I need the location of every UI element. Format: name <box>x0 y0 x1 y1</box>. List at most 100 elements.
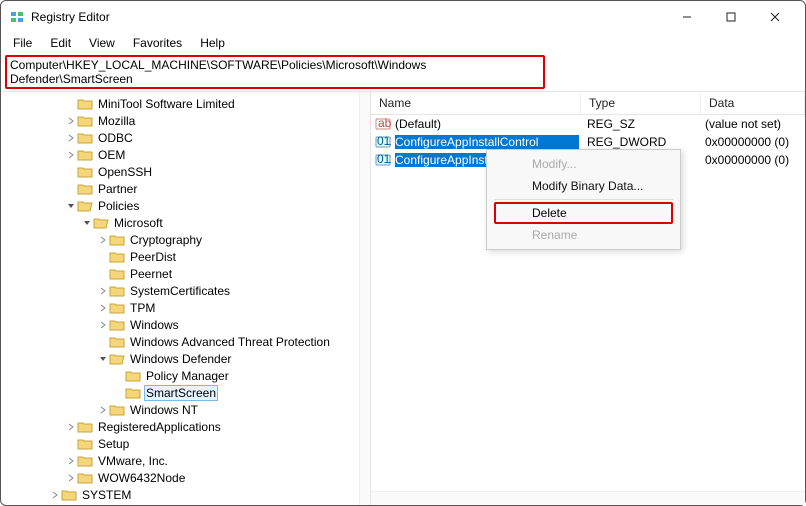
tree-node[interactable]: Mozilla <box>1 112 370 129</box>
folder-icon <box>109 284 125 298</box>
tree-node-label: Policies <box>96 199 141 213</box>
value-data: 0x00000000 (0) <box>699 153 805 167</box>
tree-node[interactable]: OEM <box>1 146 370 163</box>
horizontal-scrollbar[interactable] <box>371 491 805 505</box>
tree-expander-icon[interactable] <box>65 457 77 465</box>
menu-edit[interactable]: Edit <box>42 34 79 52</box>
tree-node[interactable]: ODBC <box>1 129 370 146</box>
tree-node-label: Cryptography <box>128 233 204 247</box>
tree-node[interactable]: Policies <box>1 197 370 214</box>
value-data: (value not set) <box>699 117 805 131</box>
tree-node-label: Windows Defender <box>128 352 233 366</box>
folder-icon <box>109 233 125 247</box>
tree-expander-icon[interactable] <box>97 355 109 363</box>
value-name: ConfigureAppInstallControl <box>395 135 579 149</box>
tree-expander-icon[interactable] <box>65 134 77 142</box>
tree-node[interactable]: SmartScreen <box>1 384 370 401</box>
tree-node[interactable]: Policy Manager <box>1 367 370 384</box>
tree-pane[interactable]: MiniTool Software LimitedMozilla ODBCOEMO… <box>1 92 371 505</box>
tree-node-label: MiniTool Software Limited <box>96 97 237 111</box>
address-bar[interactable]: Computer\HKEY_LOCAL_MACHINE\SOFTWARE\Pol… <box>5 55 545 89</box>
folder-icon <box>77 199 93 213</box>
tree-expander-icon[interactable] <box>65 151 77 159</box>
menu-help[interactable]: Help <box>192 34 233 52</box>
tree-node[interactable]: WOW6432Node <box>1 469 370 486</box>
tree-node[interactable]: Setup <box>1 435 370 452</box>
folder-icon <box>109 318 125 332</box>
folder-icon <box>77 148 93 162</box>
value-icon: 011 <box>375 153 391 167</box>
tree-expander-icon[interactable] <box>97 321 109 329</box>
tree-node-label: ODBC <box>96 131 135 145</box>
menu-favorites[interactable]: Favorites <box>125 34 190 52</box>
folder-icon <box>61 488 77 502</box>
tree-expander-icon[interactable] <box>49 491 61 499</box>
tree-node[interactable]: VMware, Inc. <box>1 452 370 469</box>
tree-node[interactable]: Microsoft <box>1 214 370 231</box>
col-header-name[interactable]: Name <box>371 92 581 114</box>
tree-node[interactable]: MiniTool Software Limited <box>1 95 370 112</box>
folder-icon <box>125 386 141 400</box>
tree-node-label: Microsoft <box>112 216 165 230</box>
context-menu: Modify... Modify Binary Data... Delete R… <box>486 149 681 250</box>
tree-expander-icon[interactable] <box>81 219 93 227</box>
tree-node-label: Windows <box>128 318 181 332</box>
ctx-modify-binary[interactable]: Modify Binary Data... <box>490 175 677 197</box>
tree-node-label: Partner <box>96 182 139 196</box>
tree-node[interactable]: Windows Defender <box>1 350 370 367</box>
folder-icon <box>77 114 93 128</box>
folder-icon <box>109 267 125 281</box>
value-data: 0x00000000 (0) <box>699 135 805 149</box>
titlebar[interactable]: Registry Editor <box>1 1 805 33</box>
folder-icon <box>77 471 93 485</box>
ctx-modify[interactable]: Modify... <box>490 153 677 175</box>
ctx-delete[interactable]: Delete <box>494 202 673 224</box>
tree-expander-icon[interactable] <box>97 304 109 312</box>
tree-node-label: SmartScreen <box>144 385 218 401</box>
value-name: (Default) <box>395 117 579 131</box>
tree-node[interactable]: SystemCertificates <box>1 282 370 299</box>
menubar: File Edit View Favorites Help <box>1 33 805 53</box>
tree-node[interactable]: Partner <box>1 180 370 197</box>
folder-icon <box>77 97 93 111</box>
col-header-type[interactable]: Type <box>581 92 701 114</box>
value-row[interactable]: ab(Default)REG_SZ(value not set) <box>371 115 805 133</box>
content: MiniTool Software LimitedMozilla ODBCOEMO… <box>1 91 805 505</box>
menu-view[interactable]: View <box>81 34 123 52</box>
tree-node-label: SYSTEM <box>80 488 133 502</box>
tree-expander-icon[interactable] <box>65 474 77 482</box>
maximize-button[interactable] <box>709 2 753 32</box>
tree-node[interactable]: SYSTEM <box>1 486 370 503</box>
folder-icon <box>77 182 93 196</box>
tree-node[interactable]: Windows NT <box>1 401 370 418</box>
folder-icon <box>77 454 93 468</box>
address-bar-row: Computer\HKEY_LOCAL_MACHINE\SOFTWARE\Pol… <box>1 53 805 91</box>
tree-node-label: Setup <box>96 437 131 451</box>
col-header-data[interactable]: Data <box>701 92 805 114</box>
tree-node[interactable]: OpenSSH <box>1 163 370 180</box>
tree-expander-icon[interactable] <box>65 423 77 431</box>
tree-expander-icon[interactable] <box>97 406 109 414</box>
tree-expander-icon[interactable] <box>97 236 109 244</box>
tree-node[interactable]: Windows <box>1 316 370 333</box>
tree-node[interactable]: Windows Advanced Threat Protection <box>1 333 370 350</box>
tree-expander-icon[interactable] <box>65 202 77 210</box>
tree-node[interactable]: Cryptography <box>1 231 370 248</box>
tree-node[interactable]: Peernet <box>1 265 370 282</box>
value-type: REG_DWORD <box>579 135 699 149</box>
minimize-button[interactable] <box>665 2 709 32</box>
tree-node-label: Policy Manager <box>144 369 231 383</box>
ctx-rename[interactable]: Rename <box>490 224 677 246</box>
tree-node[interactable]: RegisteredApplications <box>1 418 370 435</box>
close-button[interactable] <box>753 2 797 32</box>
svg-text:011: 011 <box>377 135 391 148</box>
folder-icon <box>109 250 125 264</box>
tree-node[interactable]: PeerDist <box>1 248 370 265</box>
tree-expander-icon[interactable] <box>97 287 109 295</box>
folder-icon <box>109 403 125 417</box>
menu-file[interactable]: File <box>5 34 40 52</box>
tree-node-label: Peernet <box>128 267 174 281</box>
tree-node[interactable]: TPM <box>1 299 370 316</box>
value-icon: ab <box>375 117 391 131</box>
tree-expander-icon[interactable] <box>65 117 77 125</box>
